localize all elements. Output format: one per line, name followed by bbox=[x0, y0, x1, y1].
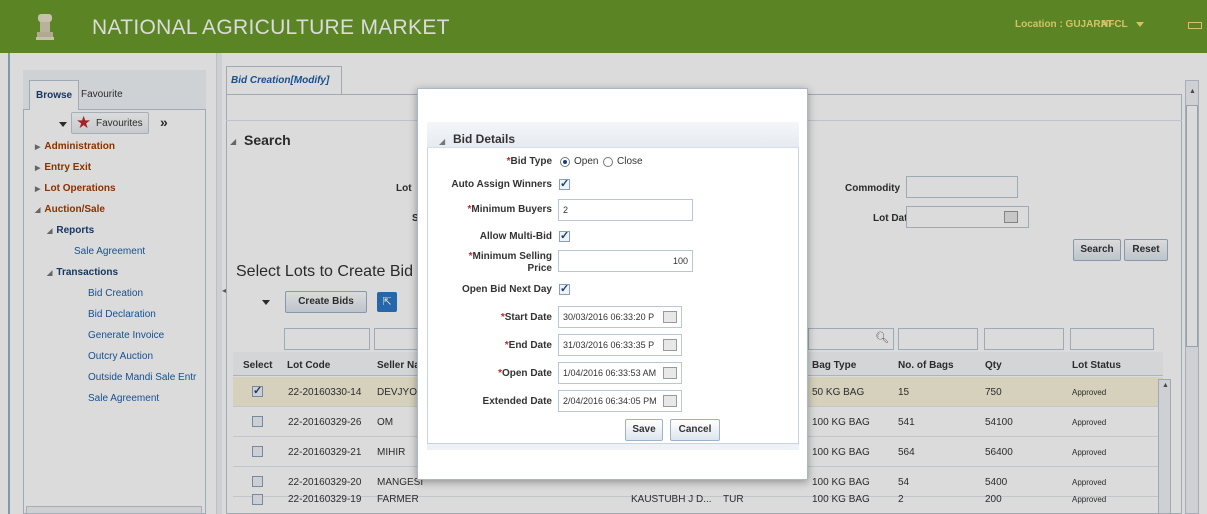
bid-type-close-radio[interactable] bbox=[603, 157, 613, 167]
min-selling-price-input[interactable]: 100 bbox=[558, 250, 693, 272]
save-button[interactable]: Save bbox=[625, 419, 663, 441]
start-date-label: *Start Date bbox=[500, 312, 552, 323]
bid-type-close-label: Close bbox=[617, 156, 643, 167]
min-buyers-label: *Minimum Buyers bbox=[467, 204, 552, 215]
open-bid-next-day-label: Open Bid Next Day bbox=[461, 284, 552, 295]
cancel-button[interactable]: Cancel bbox=[670, 419, 720, 441]
open-bid-next-day-checkbox[interactable] bbox=[559, 282, 570, 295]
collapse-triangle-icon[interactable]: ◢ bbox=[439, 137, 445, 146]
calendar-icon[interactable] bbox=[663, 367, 677, 379]
calendar-icon[interactable] bbox=[663, 311, 677, 323]
end-date-label: *End Date bbox=[504, 340, 552, 351]
allow-multi-bid-label: Allow Multi-Bid bbox=[479, 231, 552, 242]
dialog-title: Bid Details bbox=[453, 132, 516, 146]
bid-type-open-label: Open bbox=[574, 156, 599, 167]
extended-date-label: Extended Date bbox=[482, 396, 552, 407]
bid-type-label: *Bid Type bbox=[506, 156, 552, 167]
min-selling-price-label: *Minimum Selling Price bbox=[468, 251, 552, 274]
bid-type-open-radio[interactable] bbox=[560, 157, 570, 167]
open-date-label: *Open Date bbox=[498, 368, 552, 379]
auto-assign-checkbox[interactable] bbox=[559, 177, 570, 190]
min-buyers-input[interactable]: 2 bbox=[558, 199, 693, 221]
calendar-icon[interactable] bbox=[663, 339, 677, 351]
calendar-icon[interactable] bbox=[663, 395, 677, 407]
dialog-footer bbox=[427, 444, 799, 450]
auto-assign-label: Auto Assign Winners bbox=[451, 179, 552, 190]
allow-multi-bid-checkbox[interactable] bbox=[559, 229, 570, 242]
